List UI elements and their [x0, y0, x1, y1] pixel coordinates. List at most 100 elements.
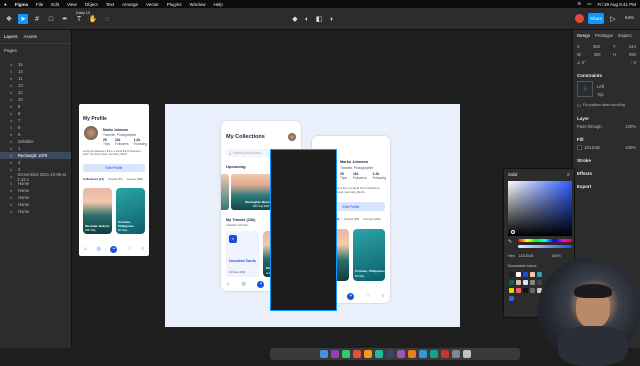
menu-object[interactable]: Object: [85, 2, 98, 7]
present-icon[interactable]: ▷: [608, 14, 618, 24]
y-field[interactable]: 244: [629, 44, 636, 49]
avatar[interactable]: [575, 14, 584, 23]
document-colors-label[interactable]: Document colors: [508, 264, 537, 268]
chrome-icon[interactable]: [352, 350, 361, 358]
layer-row[interactable]: # Home: [0, 187, 71, 194]
layer-row[interactable]: #13: [0, 82, 71, 89]
hex-label[interactable]: Hex: [508, 254, 515, 258]
fill-swatch[interactable]: [577, 145, 582, 150]
mask-icon[interactable]: ◐: [302, 14, 312, 24]
fix-position-checkbox[interactable]: ☐: [577, 103, 581, 108]
wifi-icon[interactable]: ≋: [577, 1, 581, 7]
tab-inspect[interactable]: Inspect: [618, 33, 632, 38]
effects-heading[interactable]: Effects: [577, 171, 636, 176]
tab-travels[interactable]: Travels (56): [343, 217, 359, 221]
layer-row[interactable]: #7: [0, 117, 71, 124]
color-swatch[interactable]: [516, 280, 521, 285]
component-icon[interactable]: ◆: [290, 14, 300, 24]
move-tool-icon[interactable]: ➤: [18, 14, 28, 24]
eyedropper-icon[interactable]: ✎: [508, 239, 512, 245]
hue-slider[interactable]: [518, 239, 572, 242]
color-swatch[interactable]: [516, 272, 521, 277]
apple-icon[interactable]: ●: [4, 2, 7, 7]
blend-mode-select[interactable]: Pass through: [577, 124, 602, 129]
add-icon[interactable]: +: [347, 292, 355, 300]
color-swatch[interactable]: [530, 272, 535, 277]
tab-groups[interactable]: Groups (48k): [363, 217, 381, 221]
layer-row[interactable]: #10: [0, 96, 71, 103]
home-icon[interactable]: ⌂: [227, 281, 230, 287]
add-icon[interactable]: +: [257, 280, 265, 288]
profile-icon[interactable]: ○: [381, 293, 384, 299]
picker-mode[interactable]: Solid: [508, 172, 517, 177]
trash-icon[interactable]: [462, 350, 471, 358]
close-icon[interactable]: ✕: [567, 172, 570, 177]
export-heading[interactable]: Export: [577, 184, 636, 189]
layer-row[interactable]: #6: [0, 124, 71, 131]
profile-icon[interactable]: ○: [141, 246, 144, 252]
hex-value[interactable]: 1D1D1B: [519, 254, 533, 258]
collection-card[interactable]: Pordoan, Philippines 5th May: [116, 188, 145, 234]
layer-row[interactable]: # Dribbble: [0, 138, 71, 145]
h-field[interactable]: 393: [629, 52, 636, 57]
add-icon[interactable]: +: [110, 245, 118, 253]
color-swatch[interactable]: [509, 288, 514, 293]
layer-row[interactable]: # Home: [0, 208, 71, 215]
color-swatch[interactable]: [530, 288, 535, 293]
tab-travels[interactable]: Travels (56): [108, 177, 123, 181]
messages-icon[interactable]: [341, 350, 350, 358]
menu-arrange[interactable]: Arrange: [122, 2, 138, 7]
facetime-icon[interactable]: [374, 350, 383, 358]
travel-card[interactable]: ✈ Uncurled Cards 3rd June 2021: [226, 231, 259, 277]
constraints-widget[interactable]: ┼: [577, 81, 593, 97]
layer-row[interactable]: #1: [0, 145, 71, 152]
pen-tool-icon[interactable]: ✒: [60, 14, 70, 24]
layer-row[interactable]: #11: [0, 75, 71, 82]
comment-tool-icon[interactable]: ◌: [102, 14, 112, 24]
explore-icon[interactable]: ◎: [241, 281, 245, 287]
layer-row[interactable]: #12: [0, 89, 71, 96]
battery-icon[interactable]: ▭: [587, 1, 591, 7]
w-field[interactable]: 393: [594, 52, 601, 57]
figma-dock-icon[interactable]: [407, 350, 416, 358]
sv-handle[interactable]: [511, 230, 515, 234]
tab-assets[interactable]: Assets: [24, 34, 38, 39]
menu-edit[interactable]: Edit: [51, 2, 59, 7]
color-swatch[interactable]: [537, 280, 542, 285]
alpha-slider[interactable]: [518, 245, 572, 248]
layer-row[interactable]: # Rectangle 1878: [0, 152, 71, 159]
hand-tool-icon[interactable]: ✋: [88, 14, 98, 24]
fill-hex[interactable]: 1D1D1B: [584, 145, 600, 150]
menu-window[interactable]: Window: [190, 2, 206, 7]
x-field[interactable]: 350: [593, 44, 600, 49]
menu-app[interactable]: Figma: [15, 2, 28, 7]
frame-tool-icon[interactable]: #: [32, 14, 42, 24]
share-button[interactable]: Share: [588, 13, 604, 24]
terminal-icon[interactable]: [385, 350, 394, 358]
color-swatch[interactable]: [523, 280, 528, 285]
fill-icon[interactable]: ◧: [314, 14, 324, 24]
selected-rectangle[interactable]: [270, 149, 337, 311]
saturation-field[interactable]: [508, 181, 572, 236]
collection-card[interactable]: Pordoan, Philippines 5th May: [353, 229, 385, 281]
spotify-icon[interactable]: [429, 350, 438, 358]
menu-vector[interactable]: Vector: [146, 2, 159, 7]
tab-groups[interactable]: Groups (48k): [127, 177, 143, 181]
slack-icon[interactable]: [396, 350, 405, 358]
text-tool-icon[interactable]: T: [74, 14, 84, 24]
layer-row[interactable]: # Home: [0, 194, 71, 201]
explore-icon[interactable]: ◎: [96, 246, 100, 252]
music-icon[interactable]: [440, 350, 449, 358]
finder-icon[interactable]: [319, 350, 328, 358]
launchpad-icon[interactable]: [330, 350, 339, 358]
color-swatch[interactable]: [537, 272, 542, 277]
layer-row[interactable]: #14: [0, 68, 71, 75]
tab-design[interactable]: Design: [577, 33, 590, 38]
layer-row[interactable]: #15: [0, 61, 71, 68]
layer-row[interactable]: #9: [0, 103, 71, 110]
edit-profile-button[interactable]: Edit Profile: [83, 164, 145, 172]
menu-help[interactable]: Help: [214, 2, 223, 7]
layer-row[interactable]: #5: [0, 131, 71, 138]
menu-file[interactable]: File: [36, 2, 43, 7]
layer-row[interactable]: # Home: [0, 201, 71, 208]
